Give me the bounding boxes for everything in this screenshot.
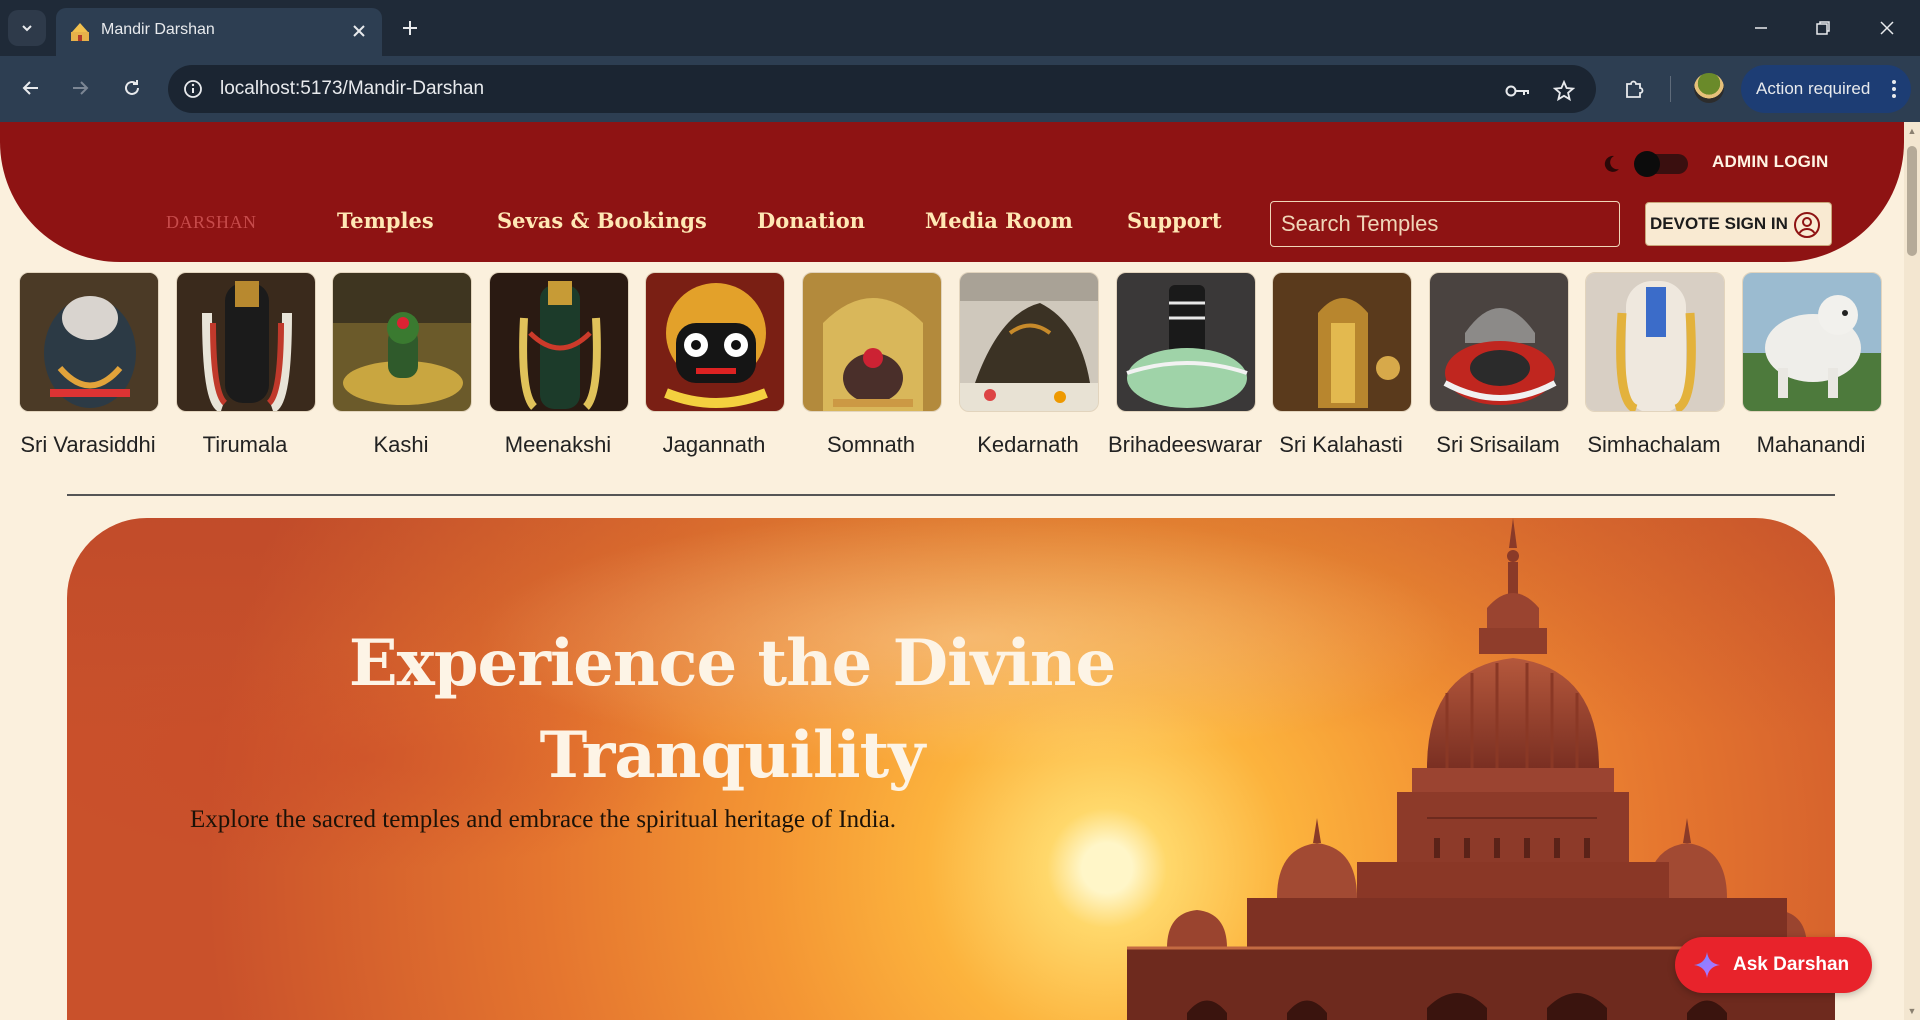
temple-image <box>1272 272 1412 412</box>
user-circle-icon <box>1794 212 1820 238</box>
scroll-down-arrow-icon[interactable]: ▼ <box>1907 1006 1917 1016</box>
temple-name: Tirumala <box>202 432 288 457</box>
arrow-right-icon <box>73 81 89 95</box>
minimize-icon <box>1755 27 1767 29</box>
restore-button[interactable] <box>1800 8 1846 48</box>
nav-support[interactable]: Support <box>1127 208 1222 233</box>
dark-mode-switch[interactable] <box>1634 151 1688 177</box>
scrollbar-thumb[interactable] <box>1907 146 1917 256</box>
profile-avatar[interactable] <box>1694 73 1724 103</box>
star-icon <box>1553 80 1575 102</box>
devote-sign-in-button[interactable]: DEVOTE SIGN IN <box>1645 202 1832 246</box>
site-header: ADMIN LOGIN DARSHAN Temples Sevas & Book… <box>0 122 1904 262</box>
temple-image <box>176 272 316 412</box>
tab-search-button[interactable] <box>8 10 46 46</box>
close-icon <box>1880 21 1894 35</box>
address-bar[interactable]: localhost:5173/Mandir-Darshan <box>168 65 1596 113</box>
puzzle-icon <box>1626 80 1644 98</box>
hero-title-line1: Experience the Divine <box>348 626 1116 701</box>
url-text: localhost:5173/Mandir-Darshan <box>220 78 485 99</box>
temple-image <box>1585 272 1725 412</box>
minimize-button[interactable] <box>1738 8 1784 48</box>
temple-name: Kedarnath <box>977 432 1079 457</box>
site-info-icon <box>184 80 202 98</box>
key-icon <box>1505 85 1529 97</box>
tab-close-button[interactable] <box>348 20 370 42</box>
page-scrollbar[interactable]: ▲ ▼ <box>1904 122 1920 1020</box>
search-temples-input[interactable] <box>1270 201 1620 247</box>
temple-name: Kashi <box>373 432 429 457</box>
ask-darshan-button[interactable]: Ask Darshan <box>1675 937 1872 993</box>
browser-tab-active[interactable]: Mandir Darshan <box>56 8 382 56</box>
temple-image <box>489 272 629 412</box>
close-icon <box>353 25 365 37</box>
hero-title-line2: Tranquility <box>539 718 926 793</box>
temples-carousel: Sri Varasiddhi Tirumala Kashi Meenakshi … <box>0 272 1904 457</box>
reload-icon <box>125 80 139 95</box>
temple-name: Sri Varasiddhi <box>20 432 156 457</box>
temple-name: Simhachalam <box>1587 432 1721 457</box>
temple-image <box>1742 272 1882 412</box>
page-viewport: ADMIN LOGIN DARSHAN Temples Sevas & Book… <box>0 122 1920 1020</box>
back-button[interactable] <box>13 70 49 106</box>
password-key-button[interactable] <box>1504 77 1532 105</box>
temple-image <box>1116 272 1256 412</box>
temple-image <box>959 272 1099 412</box>
admin-login-link[interactable]: ADMIN LOGIN <box>1712 152 1828 172</box>
temple-image <box>802 272 942 412</box>
theme-toggle[interactable] <box>1600 149 1692 179</box>
temple-name: Brihadeeswarar <box>1107 432 1263 457</box>
browser-tab-bar: Mandir Darshan <box>0 0 1920 56</box>
temple-image <box>1429 272 1569 412</box>
temple-name: Mahanandi <box>1756 432 1866 457</box>
nav-media-room[interactable]: Media Room <box>925 208 1073 233</box>
nav-sevas-bookings[interactable]: Sevas & Bookings <box>497 208 707 233</box>
arrow-left-icon <box>22 81 38 95</box>
hero-title: Experience the Divine Tranquility <box>257 618 1207 802</box>
moon-icon <box>1604 155 1619 172</box>
new-tab-button[interactable] <box>394 12 426 44</box>
hero-banner: Experience the Divine Tranquility Explor… <box>67 518 1835 1020</box>
bookmark-button[interactable] <box>1550 77 1578 105</box>
toolbar-divider <box>1670 76 1671 102</box>
section-divider <box>67 494 1835 496</box>
tab-title: Mandir Darshan <box>101 21 215 38</box>
temple-name: Sri Kalahasti <box>1279 432 1403 457</box>
temple-favicon-icon <box>71 23 89 41</box>
temple-image <box>332 272 472 412</box>
browser-toolbar: localhost:5173/Mandir-Darshan Action req… <box>0 56 1920 122</box>
more-vert-icon <box>1892 80 1896 98</box>
reload-button[interactable] <box>114 70 150 106</box>
temple-name: Meenakshi <box>504 432 612 457</box>
sparkle-icon <box>1694 952 1720 978</box>
site-logo[interactable]: DARSHAN <box>166 212 257 233</box>
extensions-button[interactable] <box>1619 72 1651 104</box>
temple-name: Sri Srisailam <box>1436 432 1560 457</box>
hero-subtitle: Explore the sacred temples and embrace t… <box>190 806 896 833</box>
action-required-button[interactable]: Action required <box>1741 65 1911 113</box>
action-required-label: Action required <box>1756 79 1871 98</box>
forward-button[interactable] <box>62 70 98 106</box>
temple-image <box>19 272 159 412</box>
scroll-up-arrow-icon[interactable]: ▲ <box>1907 126 1917 136</box>
close-window-button[interactable] <box>1864 8 1910 48</box>
temple-name: Jagannath <box>662 432 766 457</box>
plus-icon <box>403 21 417 35</box>
temple-name: Somnath <box>826 432 916 457</box>
nav-donation[interactable]: Donation <box>757 208 865 233</box>
devote-sign-in-label: DEVOTE SIGN IN <box>1650 214 1788 233</box>
chevron-down-icon <box>22 25 32 32</box>
switch-knob <box>1634 151 1660 177</box>
ask-darshan-label: Ask Darshan <box>1733 954 1850 975</box>
temple-image <box>645 272 785 412</box>
restore-icon <box>1816 21 1830 35</box>
nav-temples[interactable]: Temples <box>337 208 434 233</box>
